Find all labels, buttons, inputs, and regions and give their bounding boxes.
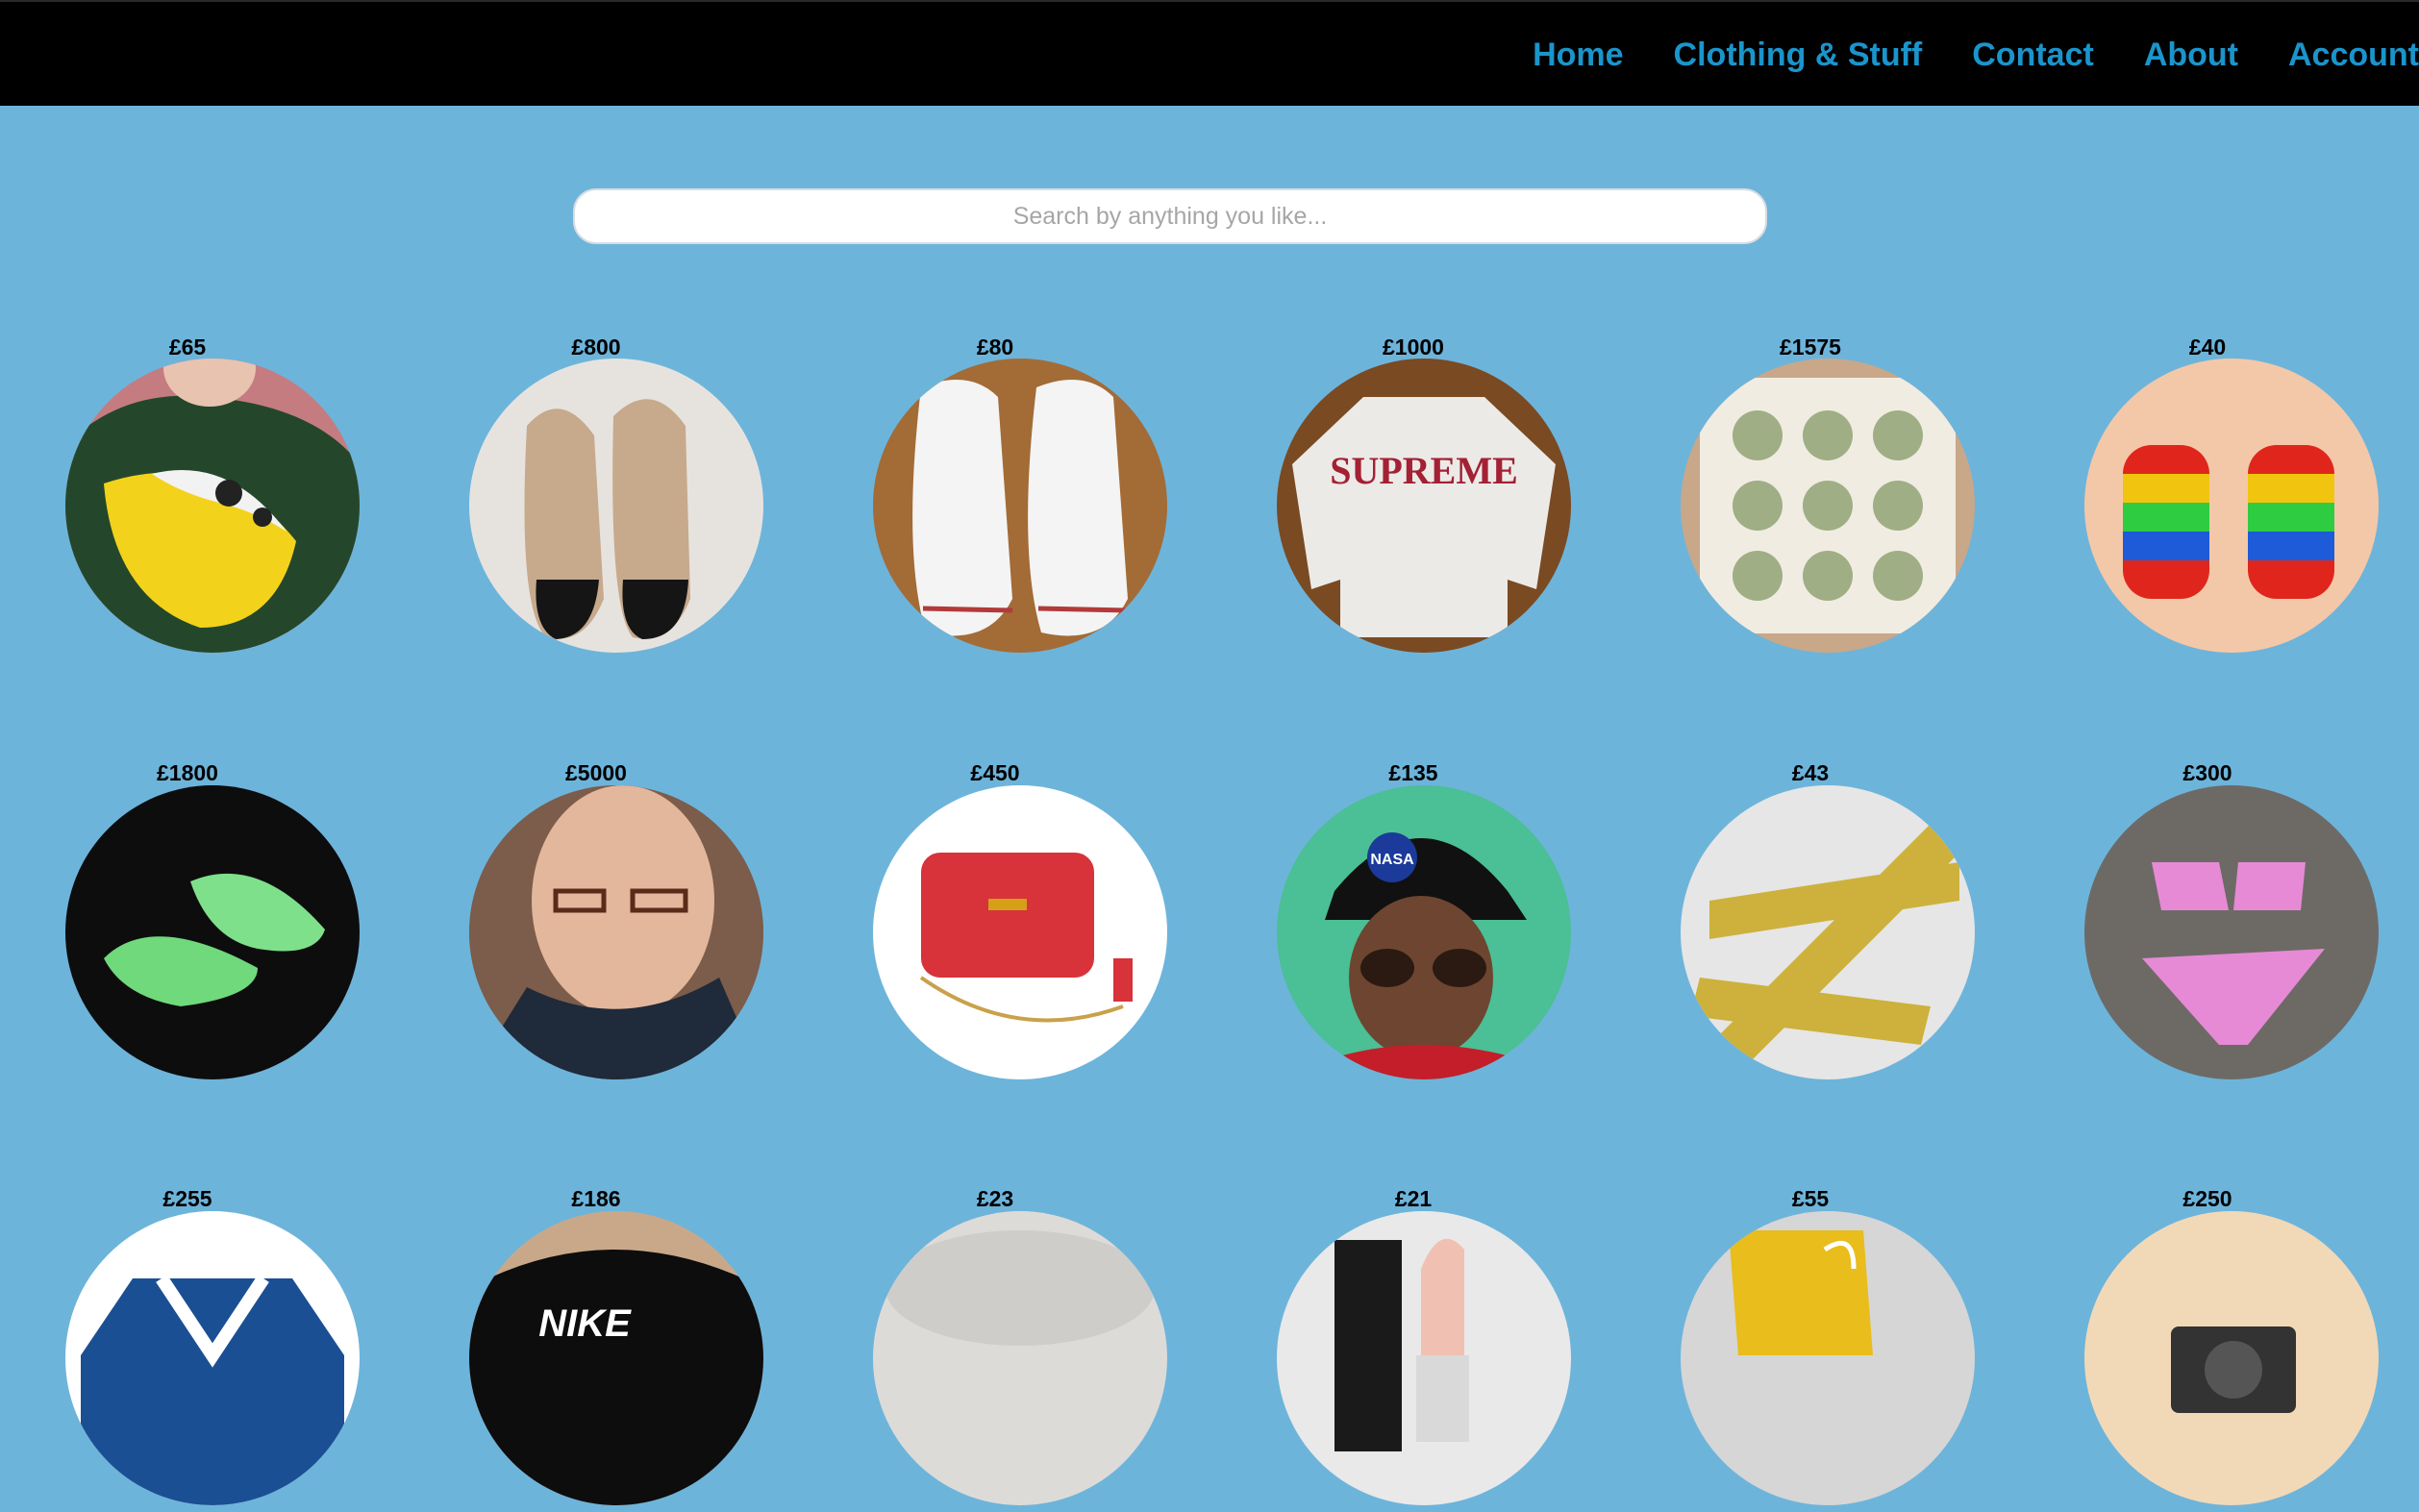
product-image[interactable]	[873, 785, 1167, 1079]
product-image[interactable]	[65, 1211, 360, 1505]
product-price: £135	[1388, 760, 1438, 785]
product-price: £450	[970, 760, 1020, 785]
product-card[interactable]: £55	[1681, 1185, 1975, 1512]
product-price: £186	[571, 1186, 621, 1211]
product-price: £1575	[1780, 335, 1841, 359]
product-card[interactable]: £135 NASA	[1277, 759, 1571, 1086]
product-card[interactable]: £40	[2084, 333, 2379, 659]
product-image[interactable]	[2084, 785, 2379, 1079]
product-image[interactable]	[65, 785, 360, 1079]
product-card[interactable]: £80	[873, 333, 1167, 659]
product-price: £1800	[157, 760, 218, 785]
product-card[interactable]: £255	[65, 1185, 360, 1512]
product-card[interactable]: £65	[65, 333, 360, 659]
product-image[interactable]	[2084, 359, 2379, 653]
product-price: £55	[1791, 1186, 1830, 1211]
product-card[interactable]: £21	[1277, 1185, 1571, 1512]
product-image[interactable]	[1277, 1211, 1571, 1505]
product-card[interactable]: £1000 SUPREME	[1277, 333, 1571, 659]
product-price: £1000	[1383, 335, 1444, 359]
product-image[interactable]	[1681, 785, 1975, 1079]
product-price: £40	[2188, 335, 2227, 359]
nasa-logo-text: NASA	[1370, 852, 1414, 868]
product-card[interactable]: £23	[873, 1185, 1167, 1512]
product-image[interactable]	[65, 359, 360, 653]
product-price: £5000	[565, 760, 627, 785]
product-image[interactable]	[873, 1211, 1167, 1505]
product-card[interactable]: £186 NIKE	[469, 1185, 763, 1512]
product-card[interactable]: £43	[1681, 759, 1975, 1086]
product-image[interactable]: NIKE	[469, 1211, 763, 1505]
product-image[interactable]: NASA	[1277, 785, 1571, 1079]
product-card[interactable]: £1800	[65, 759, 360, 1086]
product-card[interactable]: £300	[2084, 759, 2379, 1086]
product-price: £65	[168, 335, 207, 359]
product-price: £300	[2182, 760, 2232, 785]
product-image[interactable]: SUPREME	[1277, 359, 1571, 653]
supreme-logo-text: SUPREME	[1330, 449, 1518, 492]
product-price: £255	[162, 1186, 212, 1211]
product-card[interactable]: £450	[873, 759, 1167, 1086]
product-image[interactable]	[2084, 1211, 2379, 1505]
product-price: £43	[1791, 760, 1830, 785]
product-image[interactable]	[469, 359, 763, 653]
product-price: £23	[976, 1186, 1014, 1211]
product-price: £21	[1394, 1186, 1433, 1211]
product-price: £80	[976, 335, 1014, 359]
product-card[interactable]: £250	[2084, 1185, 2379, 1512]
product-image[interactable]	[1681, 359, 1975, 653]
product-image[interactable]	[873, 359, 1167, 653]
product-image[interactable]	[469, 785, 763, 1079]
product-price: £250	[2182, 1186, 2232, 1211]
product-grid: £65 £800 £80 £1000 SUPREME £1575 £40 £18…	[0, 0, 2419, 1505]
product-card[interactable]: £1575	[1681, 333, 1975, 659]
product-card[interactable]: £5000	[469, 759, 763, 1086]
nike-logo-text: NIKE	[538, 1302, 632, 1345]
product-card[interactable]: £800	[469, 333, 763, 659]
product-image[interactable]	[1681, 1211, 1975, 1505]
product-price: £800	[571, 335, 621, 359]
